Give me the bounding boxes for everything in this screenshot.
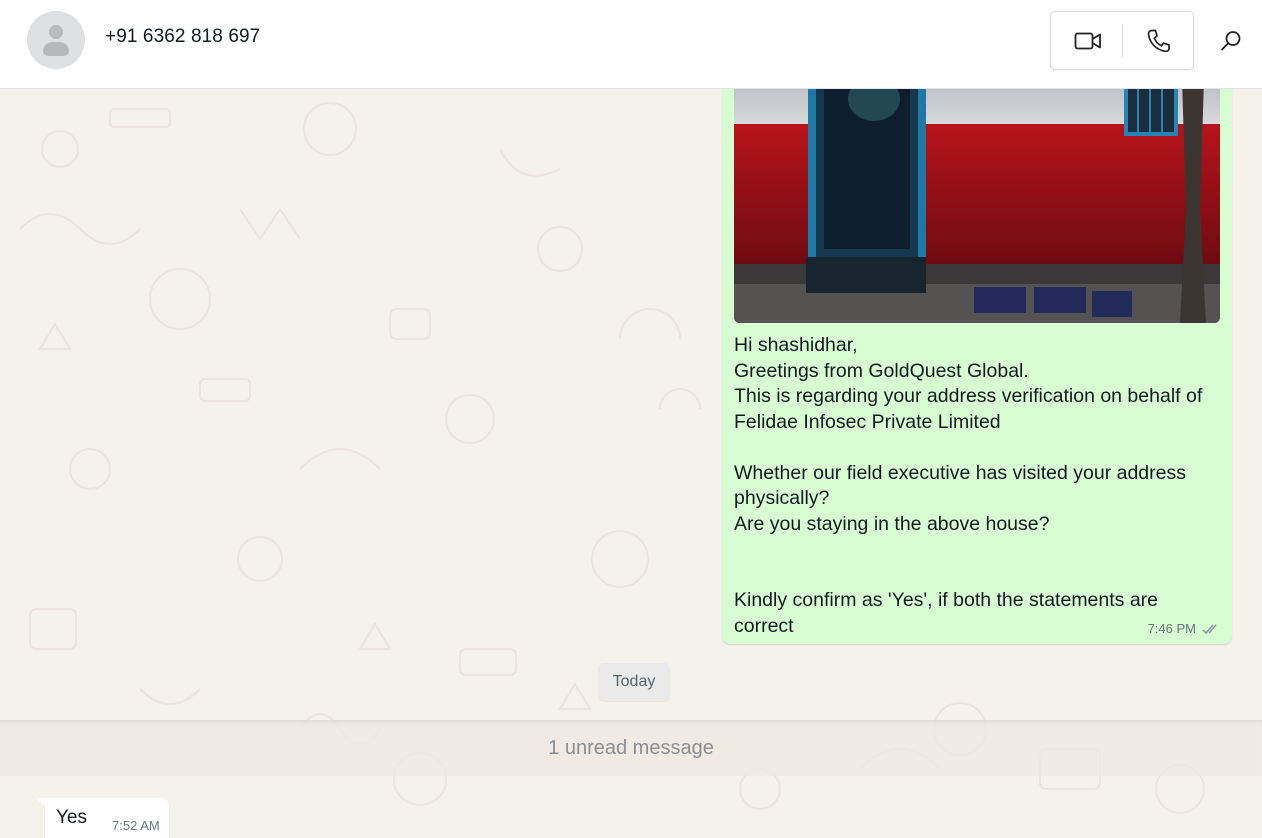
search-icon (1221, 31, 1241, 51)
unread-messages-banner: 1 unread message (0, 720, 1262, 776)
phone-icon (1147, 29, 1170, 53)
avatar-body-shape (43, 42, 69, 56)
outgoing-message-bubble[interactable]: Hi shashidhar, Greetings from GoldQuest … (722, 89, 1232, 644)
voice-call-button[interactable] (1135, 24, 1181, 58)
contact-avatar[interactable] (27, 11, 85, 69)
message-meta: 7:46 PM (1148, 621, 1220, 636)
house-photo-image (734, 89, 1220, 323)
incoming-message-bubble[interactable]: Yes 7:52 AM (45, 798, 169, 838)
search-button[interactable] (1213, 24, 1249, 58)
call-button-group (1050, 11, 1194, 70)
avatar-head-shape (49, 25, 63, 39)
message-time: 7:46 PM (1147, 621, 1196, 636)
chat-area[interactable]: Hi shashidhar, Greetings from GoldQuest … (0, 89, 1262, 838)
contact-name[interactable]: +91 6362 818 697 (105, 26, 260, 48)
incoming-message-text: Yes (56, 807, 87, 828)
outgoing-message-text: Hi shashidhar, Greetings from GoldQuest … (734, 334, 1203, 637)
video-camera-icon (1074, 32, 1101, 50)
attached-photo[interactable] (734, 89, 1220, 323)
date-divider: Today (598, 663, 670, 701)
chat-header: +91 6362 818 697 (0, 0, 1262, 89)
call-group-divider (1122, 24, 1123, 58)
double-check-icon (1202, 624, 1217, 634)
incoming-message-time: 7:52 AM (112, 818, 160, 833)
video-call-button[interactable] (1065, 24, 1111, 58)
